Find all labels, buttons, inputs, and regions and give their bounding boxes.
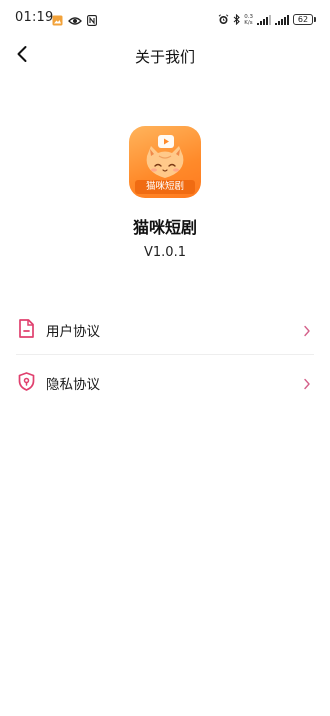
battery-icon: 62 xyxy=(293,14,316,25)
menu-item-label: 用户协议 xyxy=(46,324,100,340)
chevron-right-icon xyxy=(303,375,311,390)
menu-item-label: 隐私协议 xyxy=(46,377,100,393)
nav-bar: 关于我们 xyxy=(0,38,330,74)
page-title: 关于我们 xyxy=(134,48,195,66)
network-speed-unit: K/s xyxy=(244,19,253,26)
shield-icon xyxy=(16,371,37,392)
status-bar: 01:19 0.3 K/s 62 xyxy=(0,0,330,36)
network-speed: 0.3 K/s xyxy=(244,14,253,26)
signal-icon xyxy=(257,10,271,29)
menu-item-user-agreement[interactable]: 用户协议 xyxy=(0,302,330,355)
eye-icon xyxy=(68,11,82,30)
menu-list: 用户协议 隐私协议 xyxy=(0,302,330,408)
status-time: 01:19 xyxy=(15,10,54,25)
app-version: V1.0.1 xyxy=(144,245,186,260)
app-name: 猫咪短剧 xyxy=(132,218,197,237)
status-right-icons: 0.3 K/s 62 xyxy=(218,10,316,29)
battery-level: 62 xyxy=(293,14,313,25)
document-icon xyxy=(16,318,37,339)
app-icon-label: 猫咪短剧 xyxy=(135,180,195,194)
menu-item-privacy-agreement[interactable]: 隐私协议 xyxy=(0,355,330,408)
bluetooth-icon xyxy=(233,10,241,29)
status-left-icons xyxy=(52,11,97,30)
signal-icon-2 xyxy=(275,10,289,29)
nfc-icon xyxy=(87,11,97,30)
chevron-right-icon xyxy=(303,322,311,337)
alarm-icon xyxy=(218,10,229,29)
image-notification-icon xyxy=(52,11,63,30)
app-logo: 猫咪短剧 xyxy=(129,126,201,198)
